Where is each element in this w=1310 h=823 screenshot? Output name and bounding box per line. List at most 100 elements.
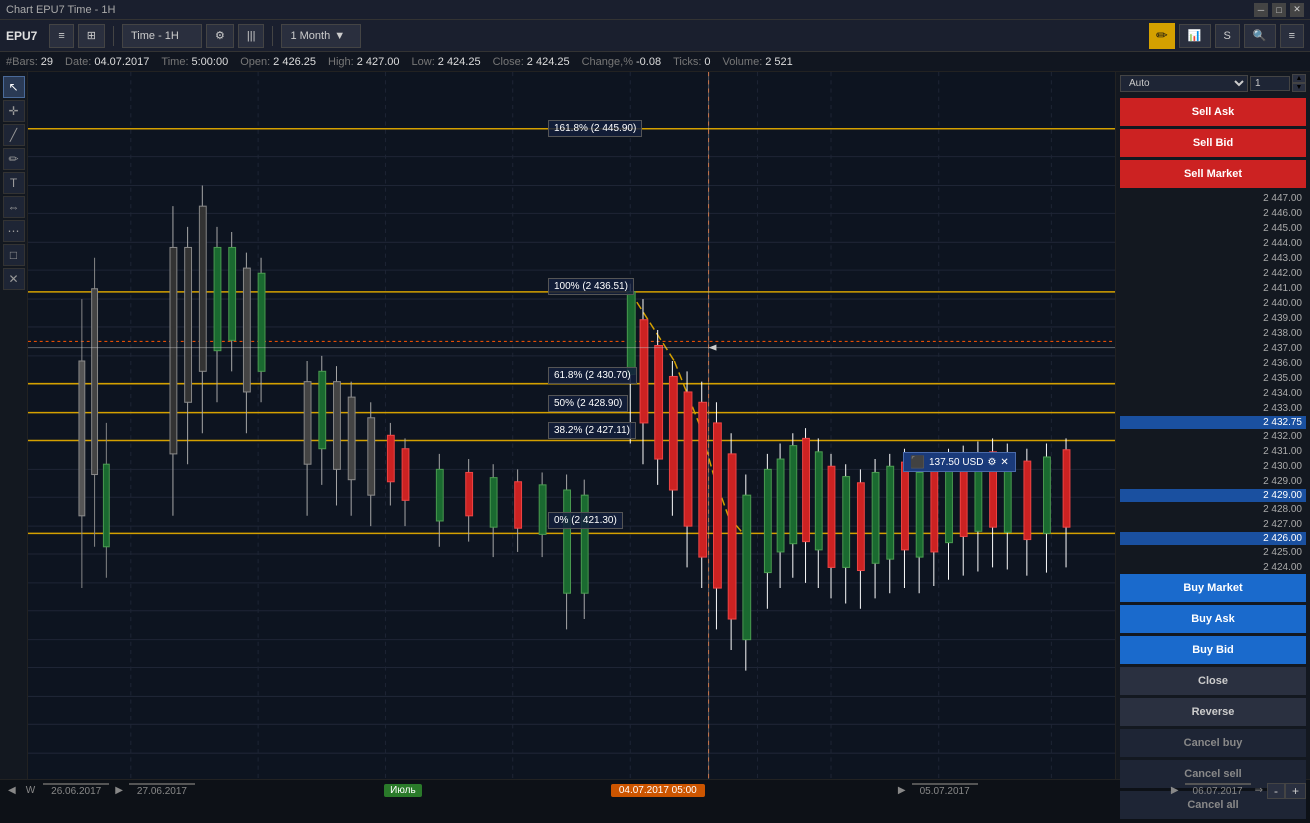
period-label: 1 Month [290, 30, 330, 42]
sell-bid-btn[interactable]: Sell Bid [1120, 129, 1306, 157]
fib-label-161: 161.8% (2 445.90) [548, 120, 642, 137]
scroll-left-icon[interactable]: ◀ [4, 785, 20, 796]
infobar: #Bars: 29 Date: 04.07.2017 Time: 5:00:00… [0, 52, 1310, 72]
quantity-arrows: ▲ ▼ [1292, 74, 1306, 92]
price-435: 2 435.00 [1120, 371, 1306, 386]
layers-btn[interactable]: ≡ [1280, 24, 1304, 48]
sell-market-btn[interactable]: Sell Market [1120, 160, 1306, 188]
titlebar: Chart EPU7 Time - 1H ─ □ ✕ [0, 0, 1310, 20]
month-label: Июль [384, 784, 422, 797]
period-arrow-icon: ▼ [334, 30, 345, 42]
date-04-07: 04.07.2017 05:00 [611, 784, 705, 797]
indicators-btn[interactable]: 📊 [1179, 24, 1211, 48]
cancel-buy-btn[interactable]: Cancel buy [1120, 729, 1306, 757]
timeframe-label: Time - 1H [131, 30, 179, 42]
price-438: 2 438.00 [1120, 326, 1306, 341]
buy-bid-btn[interactable]: Buy Bid [1120, 636, 1306, 664]
rect-tool[interactable]: □ [3, 244, 25, 266]
position-x-icon[interactable]: ✕ [1000, 457, 1008, 468]
price-437: 2 437.00 [1120, 341, 1306, 356]
maximize-btn[interactable]: □ [1272, 3, 1286, 17]
fib-tool[interactable]: ⋯ [3, 220, 25, 242]
pencil-icon: ✏ [1156, 27, 1168, 43]
sep2 [272, 26, 273, 46]
delete-tool[interactable]: ✕ [3, 268, 25, 290]
bars-info: #Bars: 29 [6, 56, 53, 68]
scroll-right-icon[interactable]: ⇒ [1251, 785, 1267, 796]
gear-icon: ⚙ [215, 29, 225, 42]
close-btn[interactable]: ✕ [1290, 3, 1304, 17]
date-27-06: 27.06.2017 [129, 783, 195, 798]
position-close-icon[interactable]: ⚙ [987, 457, 996, 468]
volume-info: Volume: 2 521 [723, 56, 793, 68]
qty-down-btn[interactable]: ▼ [1292, 83, 1306, 92]
layout-icon: ⊞ [87, 29, 96, 42]
price-443: 2 443.00 [1120, 251, 1306, 266]
toolbar: EPU7 ≡ ⊞ Time - 1H ⚙ ||| 1 Month ▼ ✏ 📊 S… [0, 20, 1310, 52]
chart-area[interactable]: 161.8% (2 445.90) 100% (2 436.51) 61.8% … [28, 72, 1115, 779]
date-info: Date: 04.07.2017 [65, 56, 149, 68]
text-tool[interactable]: T [3, 172, 25, 194]
price-445: 2 445.00 [1120, 221, 1306, 236]
qty-up-btn[interactable]: ▲ [1292, 74, 1306, 83]
layers-icon: ≡ [1289, 30, 1295, 42]
date-marker-3: ▶ [1167, 784, 1183, 797]
zoom-minus-btn[interactable]: - [1267, 783, 1285, 799]
position-badge[interactable]: ⬛ 137.50 USD ⚙ ✕ [903, 452, 1016, 472]
fib-label-50: 50% (2 428.90) [548, 395, 628, 412]
period-dropdown[interactable]: 1 Month ▼ [281, 24, 361, 48]
settings-btn[interactable]: ⚙ [206, 24, 234, 48]
window-title: Chart EPU7 Time - 1H [6, 4, 1254, 16]
price-436: 2 436.00 [1120, 356, 1306, 371]
bar-type-btn[interactable]: ||| [238, 24, 265, 48]
price-424: 2 424.00 [1120, 560, 1306, 571]
menu-btn[interactable]: ≡ [49, 24, 73, 48]
position-icon: ⬛ [910, 455, 925, 469]
low-info: Low: 2 424.25 [412, 56, 481, 68]
minimize-btn[interactable]: ─ [1254, 3, 1268, 17]
left-toolbar: ↖ ✛ ╱ ✏ T ⇔ ⋯ □ ✕ [0, 72, 28, 779]
close-btn-trade[interactable]: Close [1120, 667, 1306, 695]
date-markers: W 26.06.2017 ▶ 27.06.2017 Июль 04.07.201… [20, 783, 1251, 798]
reverse-btn[interactable]: Reverse [1120, 698, 1306, 726]
main-area: ↖ ✛ ╱ ✏ T ⇔ ⋯ □ ✕ [0, 72, 1310, 779]
price-442: 2 442.00 [1120, 266, 1306, 281]
price-433: 2 433.00 [1120, 401, 1306, 416]
pen-tool[interactable]: ✏ [3, 148, 25, 170]
buy-ask-btn[interactable]: Buy Ask [1120, 605, 1306, 633]
crosshair-tool[interactable]: ✛ [3, 100, 25, 122]
auto-row: Auto ▲ ▼ [1116, 72, 1310, 94]
auto-select[interactable]: Auto [1120, 75, 1248, 92]
quantity-input[interactable] [1250, 76, 1290, 91]
magnify-btn[interactable]: 🔍 [1244, 24, 1276, 48]
price-431: 2 431.00 [1120, 444, 1306, 459]
layout-btn[interactable]: ⊞ [78, 24, 105, 48]
price-scale-area: 2 447.00 2 446.00 2 445.00 2 444.00 2 44… [1120, 191, 1306, 571]
line-tool[interactable]: ╱ [3, 124, 25, 146]
price-highlight-426: 2 426.00 [1120, 532, 1306, 545]
price-428: 2 428.00 [1120, 502, 1306, 517]
close-info: Close: 2 424.25 [493, 56, 570, 68]
time-info: Time: 5:00:00 [161, 56, 228, 68]
sep1 [113, 26, 114, 46]
pencil-btn[interactable]: ✏ [1149, 23, 1175, 49]
buy-market-btn[interactable]: Buy Market [1120, 574, 1306, 602]
magnify-icon: 🔍 [1253, 29, 1267, 42]
date-06-07: 06.07.2017 [1185, 783, 1251, 798]
price-446: 2 446.00 [1120, 206, 1306, 221]
fib-label-100: 100% (2 436.51) [548, 278, 634, 295]
strategy-btn[interactable]: S [1215, 24, 1240, 48]
fib-label-0: 0% (2 421.30) [548, 512, 623, 529]
strategy-icon: S [1224, 30, 1231, 42]
open-info: Open: 2 426.25 [240, 56, 316, 68]
cursor-tool[interactable]: ↖ [3, 76, 25, 98]
price-430: 2 430.00 [1120, 459, 1306, 474]
zoom-plus-btn[interactable]: + [1285, 783, 1306, 799]
trade-buttons: Sell Ask Sell Bid Sell Market 2 447.00 2… [1116, 94, 1310, 823]
price-427: 2 427.00 [1120, 517, 1306, 532]
chart-icon: 📊 [1188, 29, 1202, 42]
measure-tool[interactable]: ⇔ [3, 196, 25, 218]
timeframe-dropdown[interactable]: Time - 1H [122, 24, 202, 48]
sell-ask-btn[interactable]: Sell Ask [1120, 98, 1306, 126]
date-05-07: 05.07.2017 [912, 783, 978, 798]
